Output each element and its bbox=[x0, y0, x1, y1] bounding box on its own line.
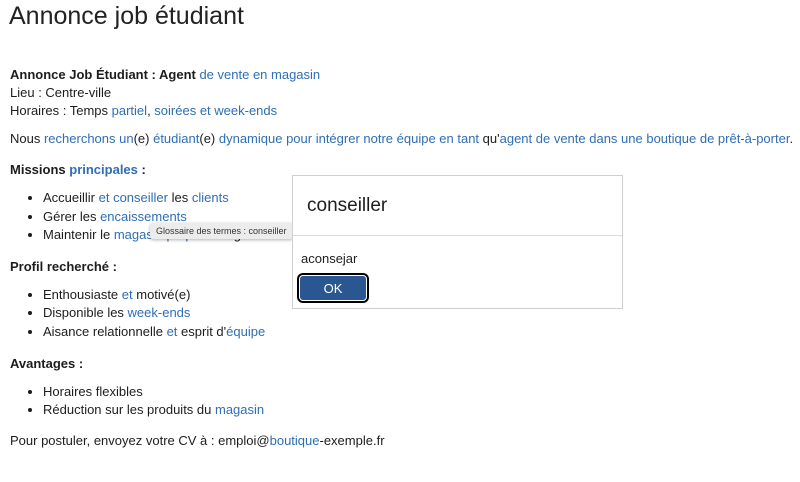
dialog-translation: aconsejar bbox=[301, 251, 358, 266]
glossary-link-etudiant[interactable]: étudiant bbox=[153, 131, 199, 146]
glossary-link-et-conseiller[interactable]: et conseiller bbox=[99, 190, 168, 205]
list-item: Aisance relationnelle et esprit d'équipe bbox=[43, 323, 790, 342]
glossary-link-partiel[interactable]: partiel bbox=[112, 103, 147, 118]
page-title: Annonce job étudiant bbox=[9, 2, 244, 30]
glossary-link-dynamique[interactable]: dynamique pour intégrer notre équipe en … bbox=[219, 131, 479, 146]
ok-button[interactable]: OK bbox=[299, 275, 367, 301]
glossary-tooltip: Glossaire des termes : conseiller bbox=[150, 223, 293, 239]
glossary-link-clients[interactable]: clients bbox=[192, 190, 229, 205]
posting-heading-text: Annonce Job Étudiant : Agent bbox=[10, 67, 200, 82]
avantages-list: Horaires flexibles Réduction sur les pro… bbox=[10, 383, 790, 420]
location-line: Lieu : Centre-ville bbox=[10, 85, 112, 100]
contact-line: Pour postuler, envoyez votre CV à : empl… bbox=[10, 432, 385, 448]
glossary-link-principales[interactable]: principales bbox=[69, 162, 138, 177]
intro-paragraph: Nous recherchons un(e) étudiant(e) dynam… bbox=[10, 131, 794, 146]
glossary-link-magasin[interactable]: magasin bbox=[215, 402, 264, 417]
glossary-link-et-2[interactable]: et bbox=[167, 324, 178, 339]
glossary-link-de-vente-en-magasin[interactable]: de vente en magasin bbox=[199, 67, 320, 82]
glossary-link-equipe[interactable]: équipe bbox=[226, 324, 265, 339]
avantages-heading: Avantages : bbox=[10, 355, 84, 371]
glossary-link-recherchons-un[interactable]: recherchons un bbox=[44, 131, 134, 146]
glossary-link-et[interactable]: et bbox=[122, 287, 133, 302]
list-item: Horaires flexibles bbox=[43, 383, 790, 402]
glossary-link-week-ends[interactable]: week-ends bbox=[128, 305, 191, 320]
list-item: Réduction sur les produits du magasin bbox=[43, 401, 790, 420]
glossary-link-boutique[interactable]: boutique bbox=[270, 433, 320, 448]
glossary-link-agent-de-vente[interactable]: agent de vente dans une boutique de prêt… bbox=[500, 131, 790, 146]
glossary-link-encaissements[interactable]: encaissements bbox=[100, 209, 187, 224]
hours-line: Horaires : Temps partiel, soirées et wee… bbox=[10, 103, 278, 118]
dialog-title: conseiller bbox=[293, 176, 622, 236]
glossary-link-soirees-et-week-ends[interactable]: soirées et week-ends bbox=[154, 103, 277, 118]
posting-heading: Annonce Job Étudiant : Agent de vente en… bbox=[10, 66, 790, 84]
translation-dialog: conseiller aconsejar OK bbox=[292, 175, 623, 309]
